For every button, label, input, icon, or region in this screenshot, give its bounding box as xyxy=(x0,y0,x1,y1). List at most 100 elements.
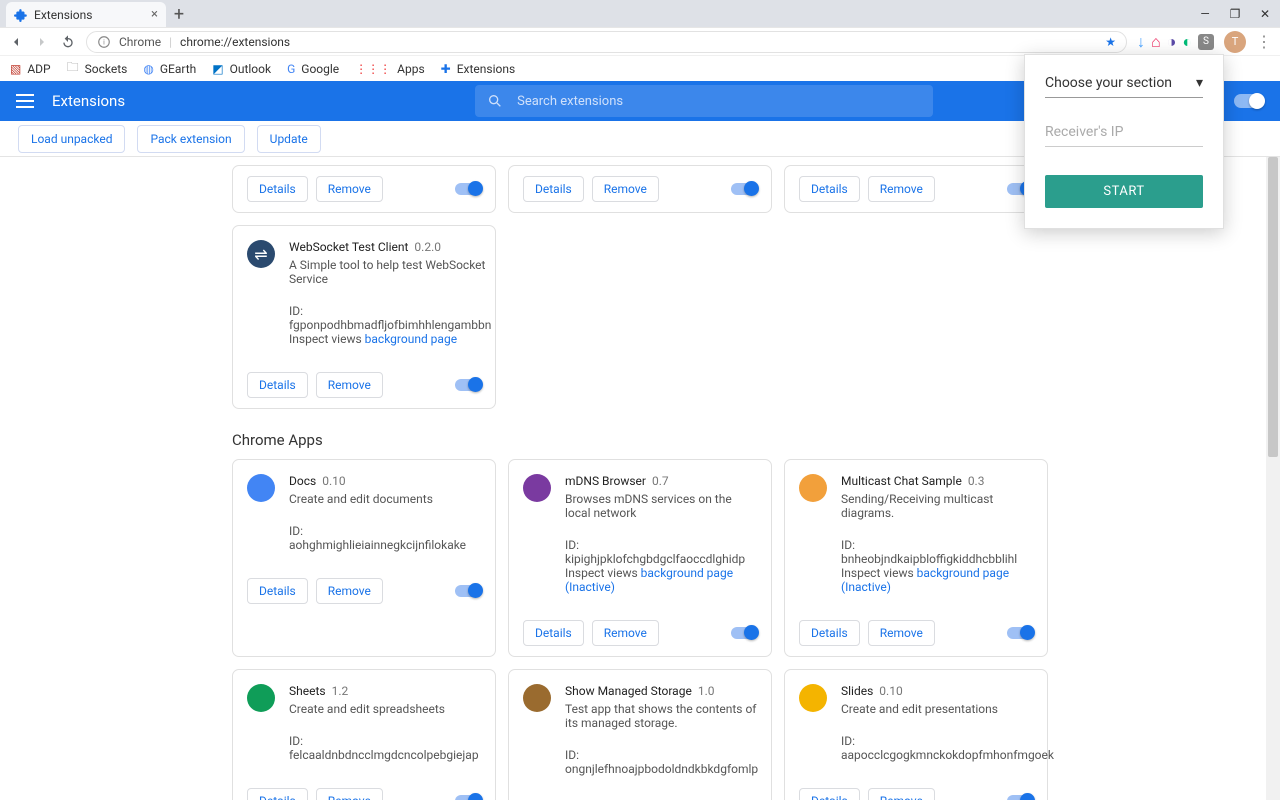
app-id: ID: aapocclcgogkmnckokdopfmhonfmgoek xyxy=(841,734,1054,762)
remove-button[interactable]: Remove xyxy=(868,620,935,646)
app-id: ID: bnheobjndkaipbloffigkiddhcbblihl xyxy=(841,538,1033,566)
extension-icons: ↓ ⌂ ◑ ◐ S xyxy=(1137,32,1214,52)
restore-icon[interactable]: ❐ xyxy=(1220,0,1250,27)
toggle-switch[interactable] xyxy=(1234,94,1264,108)
tab-strip: Extensions × + — ❐ ✕ xyxy=(0,0,1280,27)
enable-toggle[interactable] xyxy=(455,379,481,391)
remove-button[interactable]: Remove xyxy=(316,372,383,398)
ext-icon-5[interactable]: S xyxy=(1198,34,1214,50)
avatar[interactable]: T xyxy=(1224,31,1246,53)
app-icon xyxy=(799,684,827,712)
section-select[interactable]: Choose your section ▾ xyxy=(1045,75,1203,98)
back-icon[interactable] xyxy=(8,34,24,50)
start-button[interactable]: START xyxy=(1045,175,1203,208)
bookmark-extensions[interactable]: ✚Extensions xyxy=(441,62,516,76)
search-input[interactable] xyxy=(515,93,921,110)
section-title: Chrome Apps xyxy=(232,431,1048,449)
bookmark-google[interactable]: GGoogle xyxy=(287,62,339,76)
bookmark-adp[interactable]: ▧ADP xyxy=(10,62,51,76)
caret-down-icon: ▾ xyxy=(1196,75,1203,91)
receiver-ip-input[interactable]: Receiver's IP xyxy=(1045,124,1203,147)
enable-toggle[interactable] xyxy=(731,183,757,195)
app-id: ID: felcaaldnbdncclmgdcncolpebgiejap xyxy=(289,734,481,762)
details-button[interactable]: Details xyxy=(247,372,308,398)
background-page-link[interactable]: background page (Inactive) xyxy=(841,566,1009,594)
ext-icon-2[interactable]: ⌂ xyxy=(1151,32,1161,52)
page-title: Extensions xyxy=(52,92,125,110)
app-version: 1.0 xyxy=(698,684,715,698)
details-button[interactable]: Details xyxy=(523,176,584,202)
remove-button[interactable]: Remove xyxy=(868,176,935,202)
remove-button[interactable]: Remove xyxy=(592,176,659,202)
url-path: chrome://extensions xyxy=(180,35,290,49)
bookmark-gearth[interactable]: ◍GEarth xyxy=(143,62,196,76)
app-version: 0.10 xyxy=(879,684,902,698)
search-field[interactable] xyxy=(475,85,933,117)
reload-icon[interactable] xyxy=(60,34,76,50)
details-button[interactable]: Details xyxy=(247,176,308,202)
enable-toggle[interactable] xyxy=(731,627,757,639)
app-version: 1.2 xyxy=(332,684,349,698)
enable-toggle[interactable] xyxy=(1007,627,1033,639)
ext-icon-3[interactable]: ◑ xyxy=(1167,32,1177,52)
menu-icon[interactable] xyxy=(16,94,34,108)
enable-toggle[interactable] xyxy=(455,795,481,800)
enable-toggle[interactable] xyxy=(455,585,481,597)
details-button[interactable]: Details xyxy=(247,578,308,604)
new-tab-button[interactable]: + xyxy=(166,2,192,27)
bookmark-apps[interactable]: ⋮⋮⋮Apps xyxy=(355,62,425,76)
bookmark-star-icon[interactable]: ★ xyxy=(1105,35,1116,49)
tab-title: Extensions xyxy=(34,8,92,22)
extension-name: WebSocket Test Client xyxy=(289,240,408,254)
browser-tab[interactable]: Extensions × xyxy=(6,2,166,27)
pack-extension-button[interactable]: Pack extension xyxy=(137,125,244,153)
forward-icon[interactable] xyxy=(34,34,50,50)
app-card: Multicast Chat Sample0.3 Sending/Receivi… xyxy=(784,459,1048,657)
scrollbar-thumb[interactable] xyxy=(1268,157,1278,457)
remove-button[interactable]: Remove xyxy=(592,620,659,646)
background-page-link[interactable]: background page xyxy=(365,332,457,346)
section-select-label: Choose your section xyxy=(1045,75,1172,91)
remove-button[interactable]: Remove xyxy=(316,176,383,202)
enable-toggle[interactable] xyxy=(1007,795,1033,800)
update-button[interactable]: Update xyxy=(257,125,321,153)
details-button[interactable]: Details xyxy=(799,176,860,202)
background-page-link[interactable]: background page (Inactive) xyxy=(565,566,733,594)
site-info-icon[interactable]: i xyxy=(97,35,111,49)
extension-card-footer: Details Remove xyxy=(232,165,496,213)
omnibox[interactable]: i Chrome | chrome://extensions ★ xyxy=(86,31,1127,53)
app-icon xyxy=(799,474,827,502)
extension-id: ID: fgponpodhbmadfljofbimhhlengambbn xyxy=(289,304,491,332)
extension-card-footer: Details Remove xyxy=(508,165,772,213)
remove-button[interactable]: Remove xyxy=(316,788,383,800)
close-tab-icon[interactable]: × xyxy=(151,7,158,22)
app-name: Sheets xyxy=(289,684,326,698)
scrollbar-track[interactable] xyxy=(1266,157,1280,800)
remove-button[interactable]: Remove xyxy=(868,788,935,800)
minimize-icon[interactable]: — xyxy=(1190,0,1220,27)
toolbar: i Chrome | chrome://extensions ★ ↓ ⌂ ◑ ◐… xyxy=(0,27,1280,55)
enable-toggle[interactable] xyxy=(455,183,481,195)
bookmark-sockets[interactable]: 🗀Sockets xyxy=(67,58,128,79)
app-description: Test app that shows the contents of its … xyxy=(565,702,758,730)
bookmark-outlook[interactable]: ◩Outlook xyxy=(212,62,271,76)
app-name: Multicast Chat Sample xyxy=(841,474,962,488)
close-window-icon[interactable]: ✕ xyxy=(1250,0,1280,27)
extension-description: A Simple tool to help test WebSocket Ser… xyxy=(289,258,491,286)
overflow-menu-icon[interactable]: ⋮ xyxy=(1256,32,1272,51)
extension-card-footer: Details Remove xyxy=(784,165,1048,213)
ext-icon-4[interactable]: ◐ xyxy=(1182,32,1192,52)
ext-icon-1[interactable]: ↓ xyxy=(1137,32,1145,52)
details-button[interactable]: Details xyxy=(799,620,860,646)
details-button[interactable]: Details xyxy=(247,788,308,800)
details-button[interactable]: Details xyxy=(799,788,860,800)
app-description: Create and edit documents xyxy=(289,492,481,506)
remove-button[interactable]: Remove xyxy=(316,578,383,604)
inspect-views: Inspect views background page xyxy=(289,332,491,346)
app-card: Show Managed Storage1.0 Test app that sh… xyxy=(508,669,772,800)
svg-text:i: i xyxy=(103,38,105,46)
details-button[interactable]: Details xyxy=(523,620,584,646)
content: Details Remove Details Remove Details Re… xyxy=(0,157,1280,800)
load-unpacked-button[interactable]: Load unpacked xyxy=(18,125,125,153)
app-name: Slides xyxy=(841,684,873,698)
